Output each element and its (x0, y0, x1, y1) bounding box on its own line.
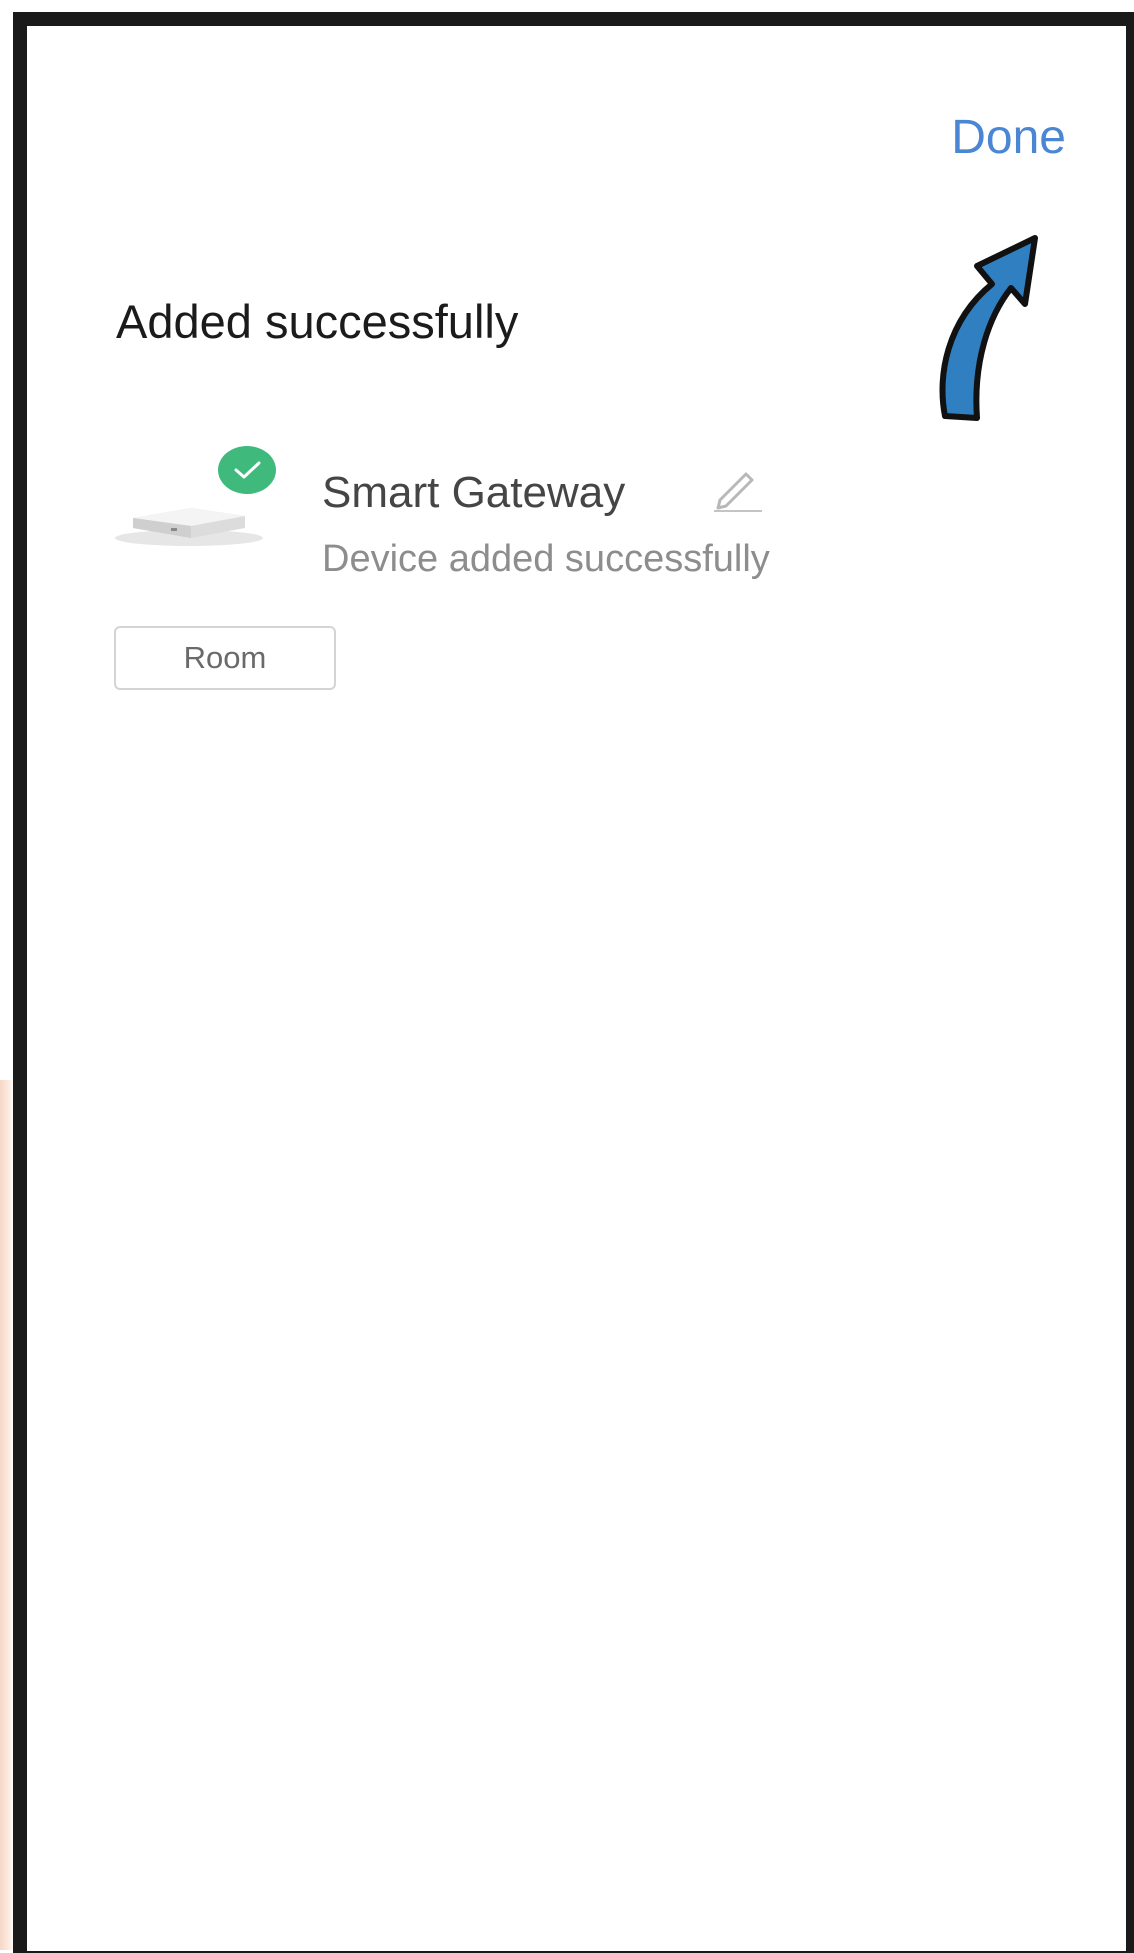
page-title: Added successfully (116, 295, 519, 348)
background-edge-tint (0, 1080, 14, 1950)
device-name: Smart Gateway (322, 468, 626, 517)
phone-frame: Done Added successfully Smart Gateway De… (13, 12, 1134, 1953)
arrow-pointer-icon (939, 235, 1038, 421)
screenshot-page: Done Added successfully Smart Gateway De… (0, 0, 1134, 1953)
pencil-icon[interactable] (712, 464, 764, 512)
room-button[interactable]: Room (114, 626, 336, 690)
check-icon (218, 446, 276, 494)
done-button[interactable]: Done (951, 110, 1066, 165)
device-status-text: Device added successfully (322, 538, 770, 580)
